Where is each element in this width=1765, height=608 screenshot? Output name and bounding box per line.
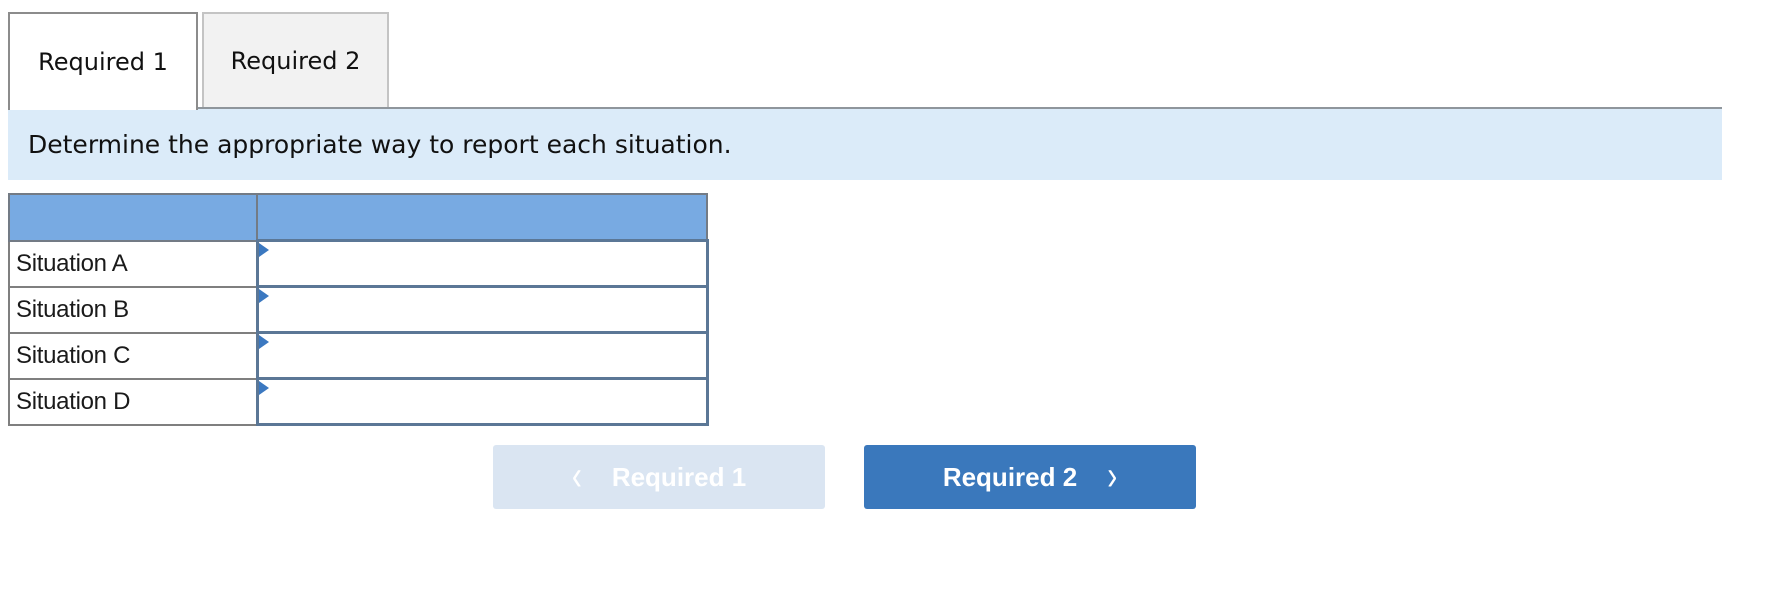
next-required-2-button[interactable]: Required 2 ›: [864, 445, 1196, 509]
situation-d-input[interactable]: [258, 379, 710, 424]
situation-a-input[interactable]: [258, 241, 710, 286]
situation-a-dropdown[interactable]: [255, 239, 710, 288]
situation-label: Situation C: [8, 331, 258, 380]
situation-label: Situation B: [8, 285, 258, 334]
dropdown-marker-icon: [258, 289, 269, 303]
instruction-text: Determine the appropriate way to report …: [28, 130, 732, 159]
chevron-right-icon: ›: [1107, 453, 1118, 500]
table-header-label-column: [8, 193, 258, 242]
tab-required-1[interactable]: Required 1: [8, 12, 198, 110]
instruction-banner: Determine the appropriate way to report …: [8, 109, 1722, 180]
table-header-row: [8, 193, 708, 242]
answer-table: Situation A Situation B Situation C Situ…: [8, 193, 710, 426]
dropdown-marker-icon: [258, 335, 269, 349]
previous-button-label: Required 1: [611, 461, 747, 492]
previous-required-1-button[interactable]: ‹ Required 1: [493, 445, 825, 509]
dropdown-marker-icon: [258, 381, 269, 395]
tab-label: Required 2: [230, 47, 361, 75]
tab-required-2[interactable]: Required 2: [202, 12, 389, 108]
dropdown-marker-icon: [258, 243, 269, 257]
table-row: Situation C: [8, 331, 710, 380]
tab-bar: Required 1 Required 2: [8, 12, 389, 110]
table-row: Situation B: [8, 285, 710, 334]
situation-c-input[interactable]: [258, 333, 710, 378]
table-header-answer-column: [256, 193, 708, 242]
situation-label: Situation D: [8, 377, 258, 426]
next-button-label: Required 2: [942, 461, 1078, 492]
situation-label: Situation A: [8, 239, 258, 288]
situation-d-dropdown[interactable]: [255, 377, 710, 426]
tab-label: Required 1: [38, 48, 168, 76]
situation-c-dropdown[interactable]: [255, 331, 710, 380]
chevron-left-icon: ‹: [571, 453, 582, 500]
situation-b-input[interactable]: [258, 287, 710, 332]
situation-b-dropdown[interactable]: [255, 285, 710, 334]
table-row: Situation D: [8, 377, 710, 426]
table-row: Situation A: [8, 239, 710, 288]
